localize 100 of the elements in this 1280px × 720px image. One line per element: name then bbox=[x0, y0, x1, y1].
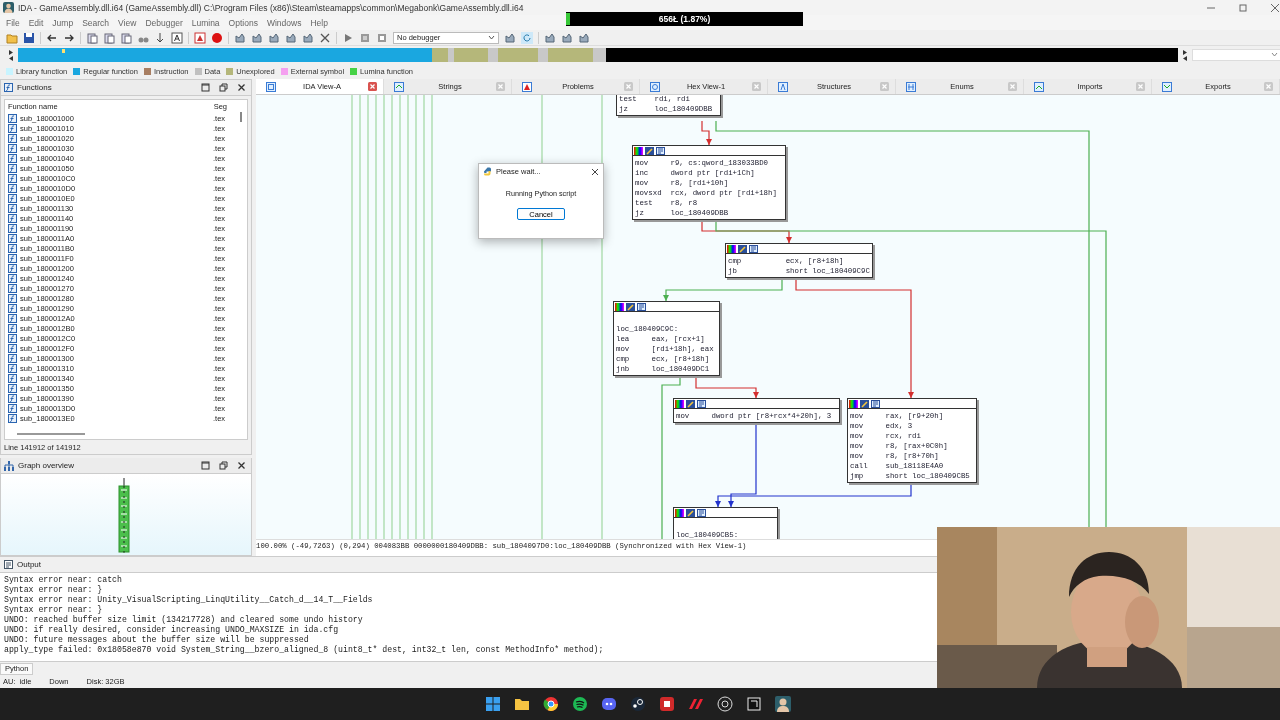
scroll-bar[interactable] bbox=[17, 433, 85, 435]
navigation-band[interactable] bbox=[18, 47, 1178, 62]
function-icon bbox=[4, 83, 13, 92]
window-title: IDA - GameAssembly.dll.i64 (GameAssembly.dll) C:\Program Files (x86)\Steam\steamapps\common\Megabonk\GameAssembly.dll.i64 bbox=[18, 2, 525, 13]
maximize-icon[interactable] bbox=[1238, 2, 1248, 13]
graph-icon[interactable] bbox=[285, 31, 297, 44]
menu-item[interactable]: Options bbox=[224, 17, 263, 28]
function-icon bbox=[8, 123, 17, 133]
float-icon[interactable] bbox=[219, 83, 228, 92]
scroll-arrows-icon[interactable] bbox=[1182, 48, 1188, 61]
close-icon[interactable] bbox=[237, 461, 246, 470]
function-icon bbox=[8, 143, 17, 153]
view-icon bbox=[266, 81, 276, 92]
game-launcher-icon[interactable] bbox=[629, 695, 647, 713]
color-palette-icon[interactable] bbox=[615, 302, 624, 311]
edit-icon[interactable] bbox=[645, 146, 654, 155]
color-palette-icon[interactable] bbox=[849, 399, 858, 408]
function-icon bbox=[8, 353, 17, 363]
edit-icon[interactable] bbox=[686, 399, 695, 408]
graph-view-icon[interactable] bbox=[637, 302, 646, 311]
graph-icon[interactable] bbox=[578, 31, 590, 44]
menu-item[interactable]: Windows bbox=[262, 17, 307, 28]
app-icon[interactable] bbox=[774, 695, 792, 713]
graph-icon[interactable] bbox=[561, 31, 573, 44]
output-line: UNDO: reached buffer size limit (134217728) and cleared some undo history bbox=[4, 615, 364, 625]
document-icon[interactable] bbox=[86, 31, 98, 44]
close-icon[interactable] bbox=[237, 83, 246, 92]
maximize-icon[interactable] bbox=[201, 83, 210, 92]
graph-view-icon[interactable] bbox=[697, 399, 706, 408]
menu-item[interactable]: Jump bbox=[48, 17, 79, 28]
function-icon bbox=[8, 133, 17, 143]
function-icon bbox=[8, 173, 17, 183]
panel-title: Output bbox=[17, 560, 41, 569]
close-icon[interactable] bbox=[591, 167, 599, 176]
start-icon[interactable] bbox=[484, 695, 502, 713]
edit-icon[interactable] bbox=[738, 244, 747, 253]
graph-view-icon[interactable] bbox=[697, 508, 706, 517]
graph-view-icon[interactable] bbox=[656, 146, 665, 155]
graph-icon[interactable] bbox=[268, 31, 280, 44]
graph-icon[interactable] bbox=[302, 31, 314, 44]
function-icon bbox=[8, 313, 17, 323]
function-icon bbox=[8, 153, 17, 163]
graph-icon[interactable] bbox=[504, 31, 516, 44]
float-icon[interactable] bbox=[219, 461, 228, 470]
function-icon bbox=[8, 303, 17, 313]
document-icon[interactable] bbox=[120, 31, 132, 44]
chat-app-icon[interactable] bbox=[600, 695, 618, 713]
graph-view-icon[interactable] bbox=[749, 244, 758, 253]
export-icon bbox=[1162, 81, 1172, 92]
menu-item[interactable]: Search bbox=[78, 17, 115, 28]
browser-icon[interactable] bbox=[542, 695, 560, 713]
document-icon[interactable] bbox=[103, 31, 115, 44]
function-icon bbox=[8, 323, 17, 333]
app-icon[interactable] bbox=[658, 695, 676, 713]
save-icon[interactable] bbox=[23, 31, 35, 44]
menu-item[interactable]: View bbox=[114, 17, 142, 28]
close-icon[interactable] bbox=[1270, 2, 1280, 13]
function-icon bbox=[8, 163, 17, 173]
grid-icon bbox=[906, 81, 916, 92]
output-line: Syntax error near: } bbox=[4, 605, 104, 615]
scroll-bar[interactable] bbox=[240, 112, 242, 122]
tab-close-icon[interactable] bbox=[368, 82, 377, 91]
text-icon[interactable] bbox=[171, 31, 183, 44]
down-arrow-icon[interactable] bbox=[154, 31, 166, 44]
stop-icon[interactable] bbox=[376, 31, 388, 44]
graph-icon[interactable] bbox=[544, 31, 556, 44]
edit-icon[interactable] bbox=[626, 302, 635, 311]
graph-icon[interactable] bbox=[251, 31, 263, 44]
menu-item[interactable]: Lumina bbox=[187, 17, 225, 28]
warning-icon[interactable] bbox=[194, 31, 206, 44]
chevron-down-icon bbox=[488, 35, 495, 40]
menu-item[interactable]: File bbox=[2, 17, 25, 28]
function-icon bbox=[8, 203, 17, 213]
menu-item[interactable]: Edit bbox=[24, 17, 49, 28]
graph-overview-icon bbox=[4, 460, 14, 471]
import-icon bbox=[1034, 81, 1044, 92]
music-app-icon[interactable] bbox=[571, 695, 589, 713]
color-palette-icon[interactable] bbox=[675, 508, 684, 517]
scroll-arrows-icon[interactable] bbox=[8, 48, 14, 61]
color-palette-icon[interactable] bbox=[727, 244, 736, 253]
recorder-icon[interactable] bbox=[716, 695, 734, 713]
edit-icon[interactable] bbox=[860, 399, 869, 408]
menu-item[interactable]: Help bbox=[306, 17, 333, 28]
graph-icon[interactable] bbox=[234, 31, 246, 44]
graph-thumbnail-drawing[interactable] bbox=[118, 478, 130, 553]
color-palette-icon[interactable] bbox=[675, 399, 684, 408]
edit-icon[interactable] bbox=[686, 508, 695, 517]
play-icon[interactable] bbox=[342, 31, 354, 44]
python-icon bbox=[483, 167, 492, 176]
close-icon[interactable] bbox=[319, 31, 331, 44]
refresh-icon[interactable] bbox=[521, 31, 533, 44]
color-palette-icon[interactable] bbox=[634, 146, 643, 155]
function-icon bbox=[8, 393, 17, 403]
open-folder-icon[interactable] bbox=[6, 31, 18, 44]
dropdown-field[interactable] bbox=[1192, 48, 1280, 61]
menu-item[interactable]: Debugger bbox=[141, 17, 188, 28]
graph-view-icon[interactable] bbox=[871, 399, 880, 408]
record-icon[interactable] bbox=[211, 31, 223, 44]
output-line: Syntax error near: } bbox=[4, 585, 104, 595]
maximize-icon[interactable] bbox=[201, 461, 210, 470]
